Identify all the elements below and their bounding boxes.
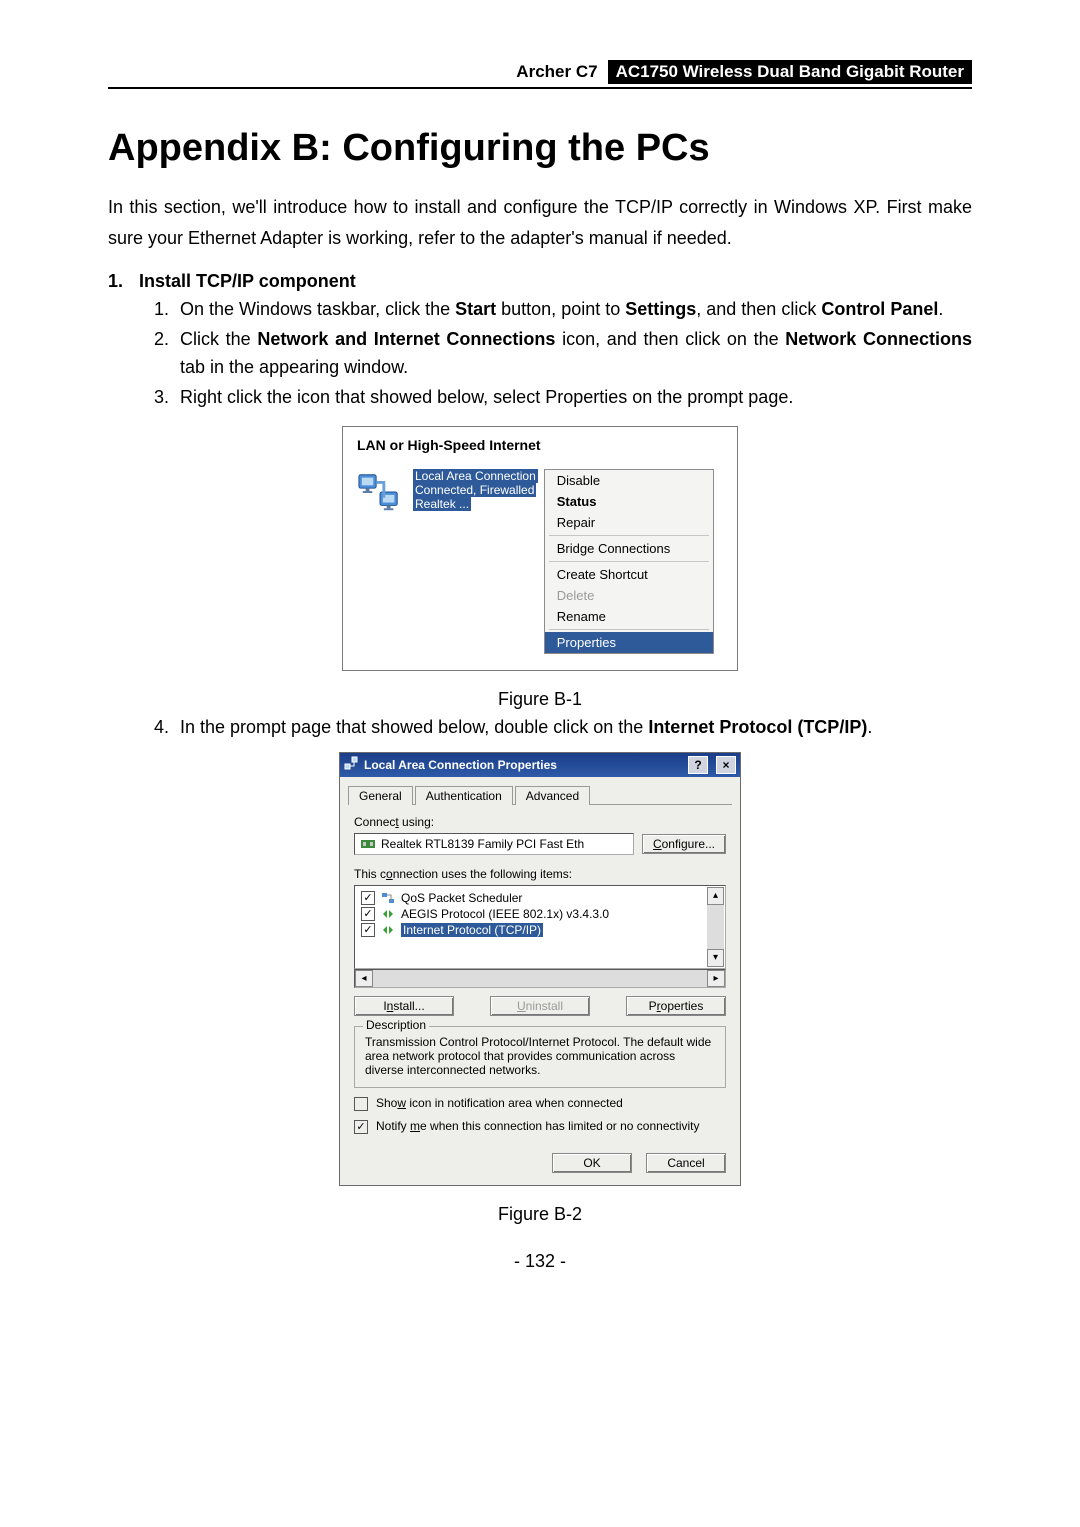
connection-status: Connected, Firewalled (413, 483, 536, 497)
notify-label: Notify me when this connection has limit… (376, 1119, 700, 1135)
item-label: Internet Protocol (TCP/IP) (401, 923, 543, 937)
scroll-up-icon[interactable]: ▴ (707, 887, 724, 905)
step-3: Right click the icon that showed below, … (174, 384, 972, 412)
connection-adapter: Realtek ... (413, 497, 471, 511)
cancel-button[interactable]: Cancel (646, 1153, 726, 1173)
checkbox-icon[interactable] (354, 1097, 368, 1111)
close-button[interactable]: × (716, 756, 736, 774)
step-2: Click the Network and Internet Connectio… (174, 326, 972, 382)
menu-status[interactable]: Status (545, 491, 713, 512)
header-model: Archer C7 (516, 60, 601, 84)
checkbox-icon[interactable]: ✓ (361, 891, 375, 905)
scheduler-icon (381, 892, 395, 904)
item-label: QoS Packet Scheduler (401, 891, 522, 905)
show-icon-checkbox[interactable]: Show icon in notification area when conn… (354, 1096, 726, 1112)
menu-repair[interactable]: Repair (545, 512, 713, 533)
connect-using-label: Connect using: (354, 815, 726, 829)
dialog-titlebar[interactable]: Local Area Connection Properties ? × (340, 753, 740, 777)
scroll-left-icon[interactable]: ◂ (355, 970, 373, 987)
page-title: Appendix B: Configuring the PCs (108, 127, 972, 170)
lan-group-box: LAN or High-Speed Internet (342, 426, 738, 671)
page-header: Archer C7 AC1750 Wireless Dual Band Giga… (108, 60, 972, 89)
connection-icon[interactable] (357, 469, 403, 654)
protocol-icon (381, 924, 395, 936)
properties-dialog: Local Area Connection Properties ? × Gen… (339, 752, 741, 1186)
lan-group-label: LAN or High-Speed Internet (357, 437, 723, 453)
checkbox-icon[interactable]: ✓ (361, 923, 375, 937)
checkbox-icon[interactable]: ✓ (354, 1120, 368, 1134)
menu-separator (549, 561, 709, 562)
scroll-right-icon[interactable]: ▸ (707, 970, 725, 987)
description-legend: Description (363, 1018, 429, 1032)
menu-properties[interactable]: Properties (545, 632, 713, 653)
menu-rename[interactable]: Rename (545, 606, 713, 627)
item-aegis[interactable]: ✓ AEGIS Protocol (IEEE 802.1x) v3.4.3.0 (357, 906, 723, 922)
scroll-down-icon[interactable]: ▾ (707, 949, 724, 967)
horizontal-scrollbar[interactable]: ◂ ▸ (354, 969, 726, 988)
menu-separator (549, 629, 709, 630)
uninstall-button: Uninstall (490, 996, 590, 1016)
item-tcpip[interactable]: ✓ Internet Protocol (TCP/IP) (357, 922, 723, 938)
tab-authentication[interactable]: Authentication (415, 786, 513, 805)
page-number: - 132 - (108, 1251, 972, 1272)
help-button[interactable]: ? (688, 756, 708, 774)
section-number: 1. (108, 271, 123, 292)
step-4: In the prompt page that showed below, do… (174, 714, 972, 742)
connection-name: Local Area Connection (413, 469, 538, 483)
dialog-tabs: General Authentication Advanced (348, 785, 732, 805)
protocol-icon (381, 908, 395, 920)
context-menu: Disable Status Repair Bridge Connections… (544, 469, 714, 654)
menu-disable[interactable]: Disable (545, 470, 713, 491)
item-label: AEGIS Protocol (IEEE 802.1x) v3.4.3.0 (401, 907, 609, 921)
menu-bridge[interactable]: Bridge Connections (545, 538, 713, 559)
figure-b1-caption: Figure B-1 (108, 689, 972, 710)
connection-icon (344, 756, 358, 773)
section-heading: 1. Install TCP/IP component (108, 271, 972, 292)
vertical-scrollbar[interactable]: ▴ ▾ (707, 887, 724, 967)
steps-list-cont: In the prompt page that showed below, do… (108, 714, 972, 742)
ok-button[interactable]: OK (552, 1153, 632, 1173)
tab-general[interactable]: General (348, 786, 413, 805)
menu-separator (549, 535, 709, 536)
dialog-title: Local Area Connection Properties (364, 758, 557, 772)
configure-button[interactable]: Configure... (642, 834, 726, 854)
checkbox-icon[interactable]: ✓ (361, 907, 375, 921)
notify-checkbox[interactable]: ✓ Notify me when this connection has lim… (354, 1119, 726, 1135)
description-group: Description Transmission Control Protoco… (354, 1026, 726, 1088)
adapter-field: Realtek RTL8139 Family PCI Fast Eth (354, 833, 634, 855)
show-icon-label: Show icon in notification area when conn… (376, 1096, 623, 1112)
menu-shortcut[interactable]: Create Shortcut (545, 564, 713, 585)
properties-button[interactable]: Properties (626, 996, 726, 1016)
header-product: AC1750 Wireless Dual Band Gigabit Router (608, 60, 972, 84)
install-button[interactable]: Install... (354, 996, 454, 1016)
steps-list: On the Windows taskbar, click the Start … (108, 296, 972, 412)
menu-delete: Delete (545, 585, 713, 606)
items-label: This connection uses the following items… (354, 867, 726, 881)
description-text: Transmission Control Protocol/Internet P… (365, 1035, 715, 1077)
connection-items-list[interactable]: ✓ QoS Packet Scheduler ✓ AEGIS Protocol … (354, 885, 726, 969)
section-title: Install TCP/IP component (139, 271, 356, 292)
figure-b2-caption: Figure B-2 (108, 1204, 972, 1225)
item-qos[interactable]: ✓ QoS Packet Scheduler (357, 890, 723, 906)
tab-advanced[interactable]: Advanced (515, 786, 590, 805)
adapter-name: Realtek RTL8139 Family PCI Fast Eth (381, 837, 584, 851)
intro-paragraph: In this section, we'll introduce how to … (108, 192, 972, 253)
step-1: On the Windows taskbar, click the Start … (174, 296, 972, 324)
nic-icon (361, 838, 375, 850)
